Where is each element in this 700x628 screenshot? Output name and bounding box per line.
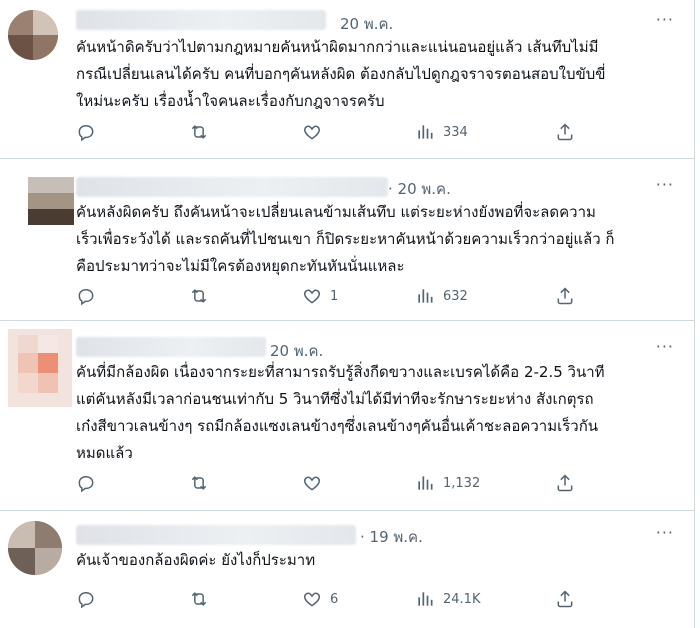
view-count: 334 — [443, 124, 468, 140]
avatar[interactable] — [8, 521, 62, 575]
share-button[interactable] — [555, 471, 575, 495]
retweet-icon — [191, 289, 207, 303]
retweet-button[interactable] — [189, 587, 209, 611]
avatar[interactable] — [28, 177, 74, 225]
avatar[interactable] — [8, 329, 72, 407]
views-icon — [418, 125, 433, 139]
reply-button[interactable] — [76, 284, 96, 308]
like-icon — [304, 125, 320, 140]
like-button[interactable]: 1 — [302, 284, 338, 308]
like-icon — [304, 289, 320, 304]
retweet-button[interactable] — [189, 471, 209, 495]
tweet-date[interactable]: · 20 พ.ค. — [388, 177, 451, 201]
reply-icon — [78, 475, 94, 493]
author-name-blurred[interactable] — [76, 177, 388, 197]
reply-button[interactable] — [76, 587, 96, 611]
reply-tweet[interactable]: 20 พ.ค. ··· คันหน้าดิครับว่าไปตามกฎหมายค… — [0, 0, 694, 159]
more-options-icon[interactable]: ··· — [656, 10, 674, 29]
author-name-blurred[interactable] — [76, 337, 266, 357]
like-button[interactable] — [302, 471, 330, 495]
tweet-actions: 334 — [76, 120, 586, 144]
like-count: 6 — [330, 591, 339, 607]
share-icon — [557, 474, 573, 492]
tweet-text: คันหลังผิดครับ ถึงคันหน้าจะเปลี่ยนเลนข้า… — [76, 203, 615, 275]
tweet-actions: 1 632 — [76, 284, 586, 308]
like-count: 1 — [330, 288, 339, 304]
views-button[interactable]: 334 — [415, 120, 468, 144]
more-options-icon[interactable]: ··· — [656, 175, 674, 194]
retweet-button[interactable] — [189, 284, 209, 308]
share-button[interactable] — [555, 120, 575, 144]
retweet-icon — [191, 476, 207, 490]
like-icon — [304, 476, 320, 491]
share-button[interactable] — [555, 587, 575, 611]
views-icon — [418, 592, 433, 606]
reply-button[interactable] — [76, 120, 96, 144]
tweet-actions: 1,132 — [76, 471, 586, 495]
reply-tweet[interactable]: · 20 พ.ค. ··· คันหลังผิดครับ ถึงคันหน้าจ… — [0, 159, 694, 321]
views-button[interactable]: 632 — [415, 284, 468, 308]
tweet-actions: 6 24.1K — [76, 587, 586, 611]
tweet-text: คันเจ้าของกล้องผิดค่ะ ยังไงก็ประมาท — [76, 551, 316, 569]
timeline: 20 พ.ค. ··· คันหน้าดิครับว่าไปตามกฎหมายค… — [0, 0, 695, 628]
retweet-icon — [191, 592, 207, 606]
more-options-icon[interactable]: ··· — [656, 337, 674, 356]
reply-icon — [78, 124, 94, 142]
reply-button[interactable] — [76, 471, 96, 495]
retweet-icon — [191, 125, 207, 139]
view-count: 1,132 — [443, 475, 481, 491]
share-icon — [557, 287, 573, 305]
reply-icon — [78, 591, 94, 609]
reply-icon — [78, 288, 94, 306]
reply-tweet[interactable]: · 19 พ.ค. ··· คันเจ้าของกล้องผิดค่ะ ยังไ… — [0, 511, 694, 628]
share-button[interactable] — [555, 284, 575, 308]
tweet-date[interactable]: · 19 พ.ค. — [360, 525, 423, 549]
views-icon — [418, 289, 433, 303]
view-count: 24.1K — [443, 591, 481, 607]
like-button[interactable]: 6 — [302, 587, 338, 611]
tweet-date[interactable]: 20 พ.ค. — [340, 12, 393, 36]
author-name-blurred[interactable] — [76, 525, 356, 545]
more-options-icon[interactable]: ··· — [656, 523, 674, 542]
share-icon — [557, 590, 573, 608]
view-count: 632 — [443, 288, 468, 304]
author-name-blurred[interactable] — [76, 10, 326, 30]
share-icon — [557, 123, 573, 141]
views-button[interactable]: 24.1K — [415, 587, 480, 611]
like-button[interactable] — [302, 120, 330, 144]
views-button[interactable]: 1,132 — [415, 471, 480, 495]
retweet-button[interactable] — [189, 120, 209, 144]
like-icon — [304, 592, 320, 607]
views-icon — [418, 476, 433, 490]
avatar[interactable] — [8, 10, 58, 60]
reply-tweet[interactable]: 20 พ.ค. ··· คันที่มีกล้องผิด เนื่องจากระ… — [0, 321, 694, 511]
tweet-text: คันที่มีกล้องผิด เนื่องจากระยะที่สามารถร… — [76, 363, 605, 462]
tweet-text: คันหน้าดิครับว่าไปตามกฎหมายคันหน้าผิดมาก… — [76, 38, 606, 110]
